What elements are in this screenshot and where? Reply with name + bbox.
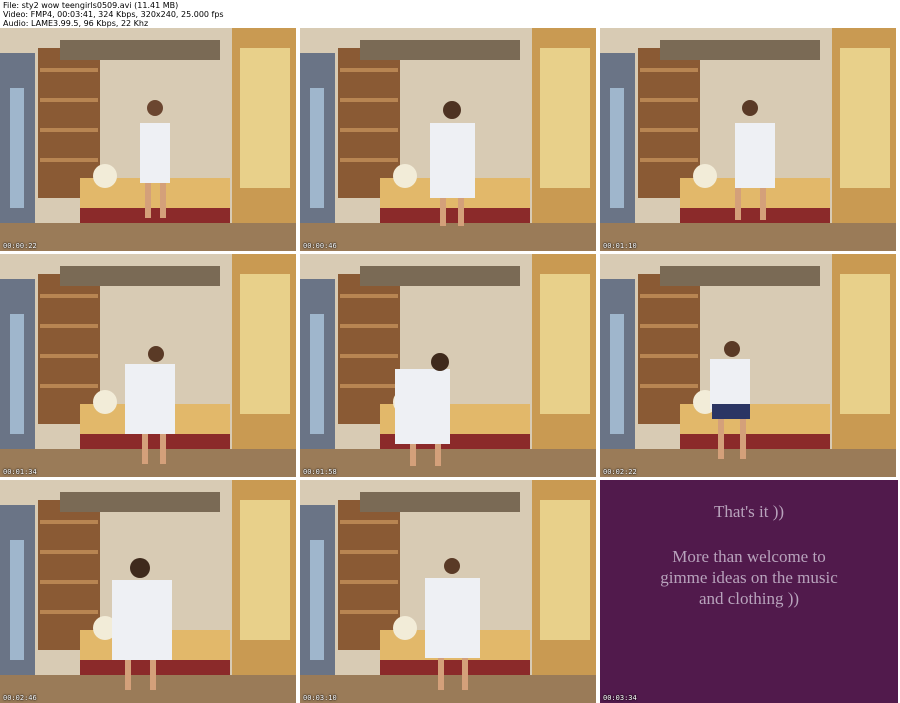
file-name-line: File: sty2 wow teengirls0509.avi (11.41 … — [3, 1, 179, 10]
thumbnail-frame[interactable]: 00:01:10 — [600, 28, 896, 251]
timestamp-label: 00:01:34 — [3, 468, 37, 476]
thumbnail-frame[interactable]: 00:02:22 — [600, 254, 896, 477]
timestamp-label: 00:00:46 — [303, 242, 337, 250]
thumbnail-frame[interactable]: 00:03:10 — [300, 480, 596, 703]
room-scene — [0, 254, 296, 477]
room-scene — [600, 254, 896, 477]
end-card-line: and clothing )) — [698, 589, 800, 608]
audio-info-line: Audio: LAME3.99.5, 96 Kbps, 22 Khz — [3, 19, 149, 28]
room-scene — [0, 28, 296, 251]
thumbnail-frame[interactable]: 00:02:46 — [0, 480, 296, 703]
end-card-message: More than welcome to gimme ideas on the … — [600, 546, 898, 609]
room-scene — [300, 480, 596, 703]
thumbnail-frame[interactable]: 00:01:34 — [0, 254, 296, 477]
video-info-line: Video: FMP4, 00:03:41, 324 Kbps, 320x240… — [3, 10, 224, 19]
room-scene — [300, 28, 596, 251]
thumbnail-frame[interactable]: 00:00:22 — [0, 28, 296, 251]
thumbnail-frame[interactable]: 00:00:46 — [300, 28, 596, 251]
room-scene — [300, 254, 596, 477]
timestamp-label: 00:02:46 — [3, 694, 37, 702]
timestamp-label: 00:02:22 — [603, 468, 637, 476]
timestamp-label: 00:00:22 — [3, 242, 37, 250]
timestamp-label: 00:01:58 — [303, 468, 337, 476]
timestamp-label: 00:01:10 — [603, 242, 637, 250]
room-scene — [0, 480, 296, 703]
end-card-line: More than welcome to — [672, 547, 826, 566]
end-card[interactable]: That's it )) More than welcome to gimme … — [600, 480, 898, 703]
timestamp-label: 00:03:34 — [603, 694, 637, 702]
file-info-header: File: sty2 wow teengirls0509.avi (11.41 … — [3, 1, 603, 28]
thumbnail-frame[interactable]: 00:01:58 — [300, 254, 596, 477]
end-card-line: gimme ideas on the music — [660, 568, 838, 587]
end-card-title: That's it )) — [713, 502, 785, 521]
room-scene — [600, 28, 896, 251]
timestamp-label: 00:03:10 — [303, 694, 337, 702]
